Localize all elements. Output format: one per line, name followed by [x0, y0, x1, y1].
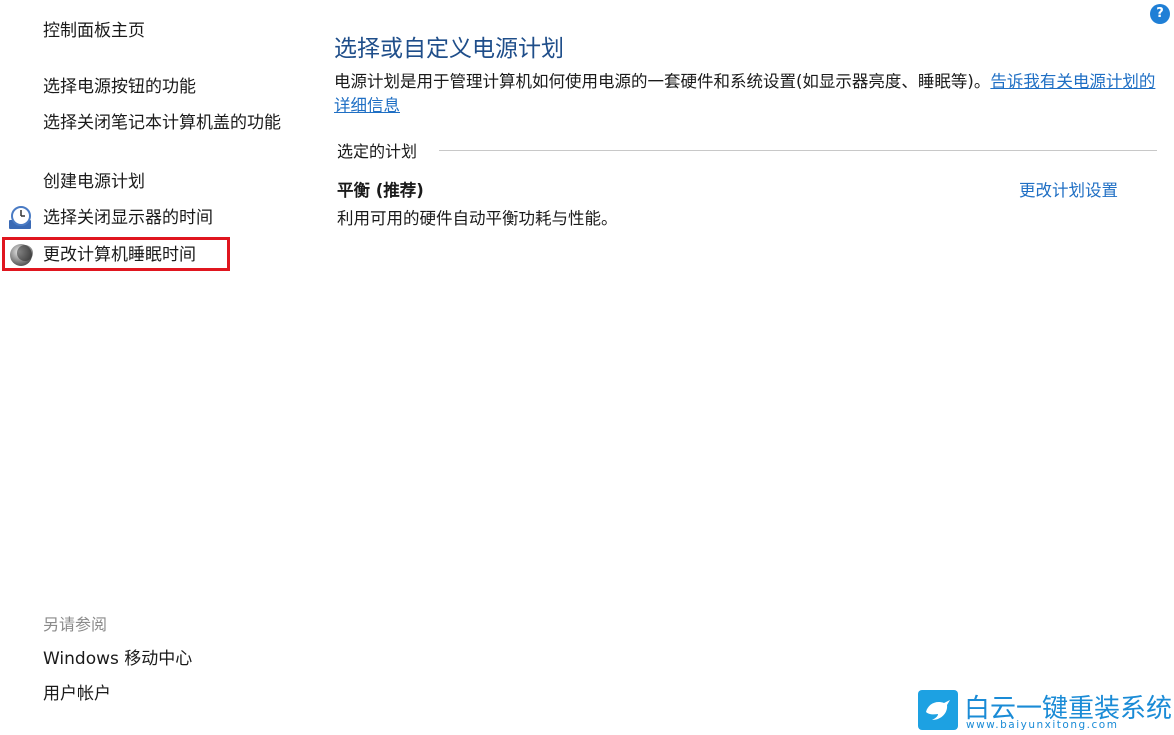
section-divider	[439, 150, 1157, 151]
display-off-time-link[interactable]: 选择关闭显示器的时间	[43, 206, 213, 230]
main-content: 选择或自定义电源计划 电源计划是用于管理计算机如何使用电源的一套硬件和系统设置(…	[334, 0, 1164, 735]
watermark-url: www.baiyunxitong.com	[966, 719, 1119, 731]
help-icon[interactable]: ?	[1150, 4, 1170, 24]
section-label: 选定的计划	[337, 142, 418, 161]
display-clock-icon	[9, 206, 31, 229]
see-also-label: 另请参阅	[43, 615, 108, 634]
windows-mobility-center-link[interactable]: Windows 移动中心	[43, 647, 192, 671]
change-plan-settings-link[interactable]: 更改计划设置	[1019, 177, 1118, 201]
page-title: 选择或自定义电源计划	[334, 36, 564, 62]
page-description: 电源计划是用于管理计算机如何使用电源的一套硬件和系统设置(如显示器亮度、睡眠等)…	[334, 70, 1164, 118]
power-button-function-link[interactable]: 选择电源按钮的功能	[43, 75, 196, 99]
watermark: 白云一键重装系统 www.baiyunxitong.com	[918, 688, 1172, 732]
plan-description: 利用可用的硬件自动平衡功耗与性能。	[337, 209, 618, 228]
bird-logo-icon	[918, 690, 958, 730]
control-panel-home-link[interactable]: 控制面板主页	[43, 19, 145, 43]
sidebar: 控制面板主页 选择电源按钮的功能 选择关闭笔记本计算机盖的功能 创建电源计划 选…	[0, 0, 300, 735]
selected-plan-section: 选定的计划	[337, 138, 1157, 164]
plan-name: 平衡 (推荐)	[337, 181, 424, 200]
lid-close-action-link[interactable]: 选择关闭笔记本计算机盖的功能	[43, 111, 288, 135]
create-power-plan-link[interactable]: 创建电源计划	[43, 170, 145, 194]
description-text: 电源计划是用于管理计算机如何使用电源的一套硬件和系统设置(如显示器亮度、睡眠等)…	[334, 72, 991, 91]
highlight-annotation-box	[2, 237, 230, 271]
user-accounts-link[interactable]: 用户帐户	[43, 682, 111, 706]
